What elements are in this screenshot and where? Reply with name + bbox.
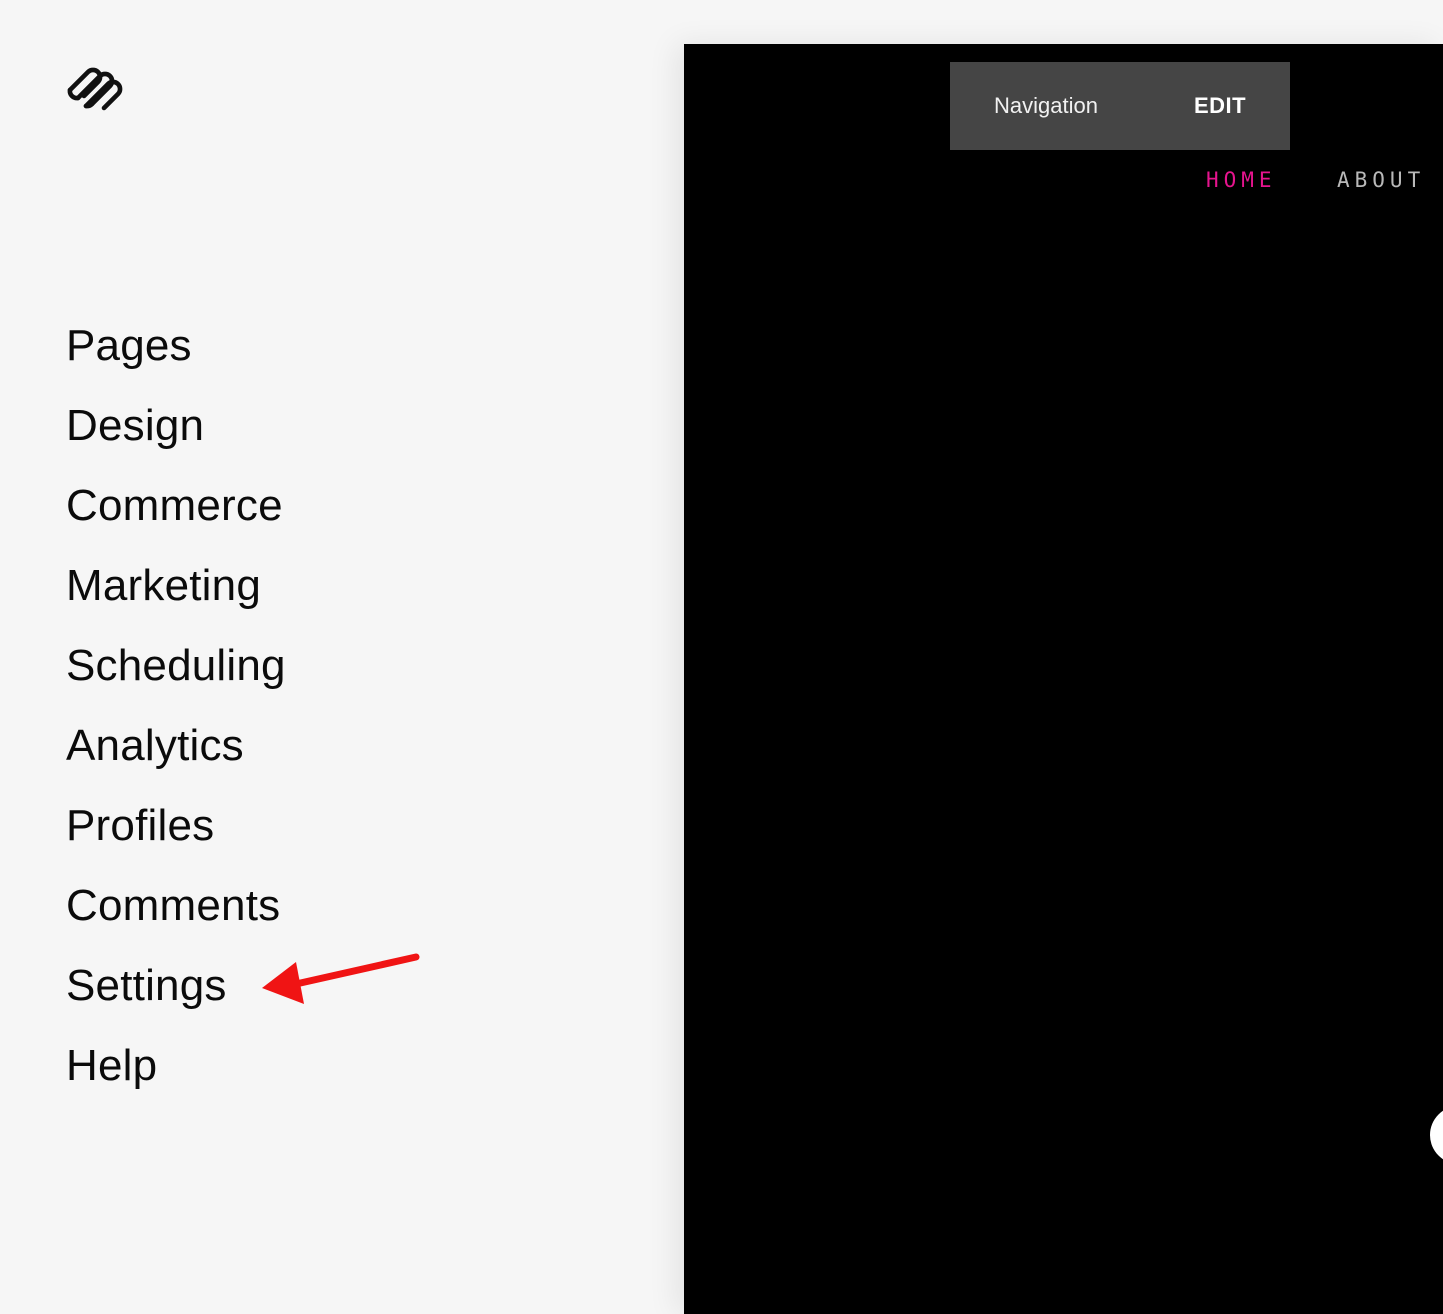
sidebar-item-design[interactable]: Design <box>66 398 286 478</box>
sidebar-item-marketing[interactable]: Marketing <box>66 558 286 638</box>
red-arrow-icon <box>262 953 420 1004</box>
app-window: Pages Design Commerce Marketing Scheduli… <box>0 0 1443 1314</box>
sidebar-item-pages[interactable]: Pages <box>66 318 286 398</box>
sidebar-item-scheduling[interactable]: Scheduling <box>66 638 286 718</box>
site-nav-home-link[interactable]: HOME <box>1206 168 1277 192</box>
floating-action-button[interactable] <box>1430 1106 1443 1164</box>
edit-navigation-button[interactable]: EDIT <box>1194 93 1246 119</box>
navigation-label: Navigation <box>994 93 1098 118</box>
squarespace-logo-icon[interactable] <box>64 62 124 114</box>
sidebar: Pages Design Commerce Marketing Scheduli… <box>0 0 684 1314</box>
sidebar-item-analytics[interactable]: Analytics <box>66 718 286 798</box>
sidebar-item-comments[interactable]: Comments <box>66 878 286 958</box>
sidebar-item-help[interactable]: Help <box>66 1038 286 1118</box>
sidebar-item-profiles[interactable]: Profiles <box>66 798 286 878</box>
sidebar-nav: Pages Design Commerce Marketing Scheduli… <box>66 318 286 1118</box>
site-nav-about-link[interactable]: ABOUT <box>1337 168 1425 192</box>
sidebar-item-commerce[interactable]: Commerce <box>66 478 286 558</box>
navigation-edit-bar: Navigation EDIT <box>950 62 1290 150</box>
sidebar-item-settings[interactable]: Settings <box>66 958 286 1038</box>
site-preview: Navigation EDIT HOME ABOUT <box>684 44 1443 1314</box>
